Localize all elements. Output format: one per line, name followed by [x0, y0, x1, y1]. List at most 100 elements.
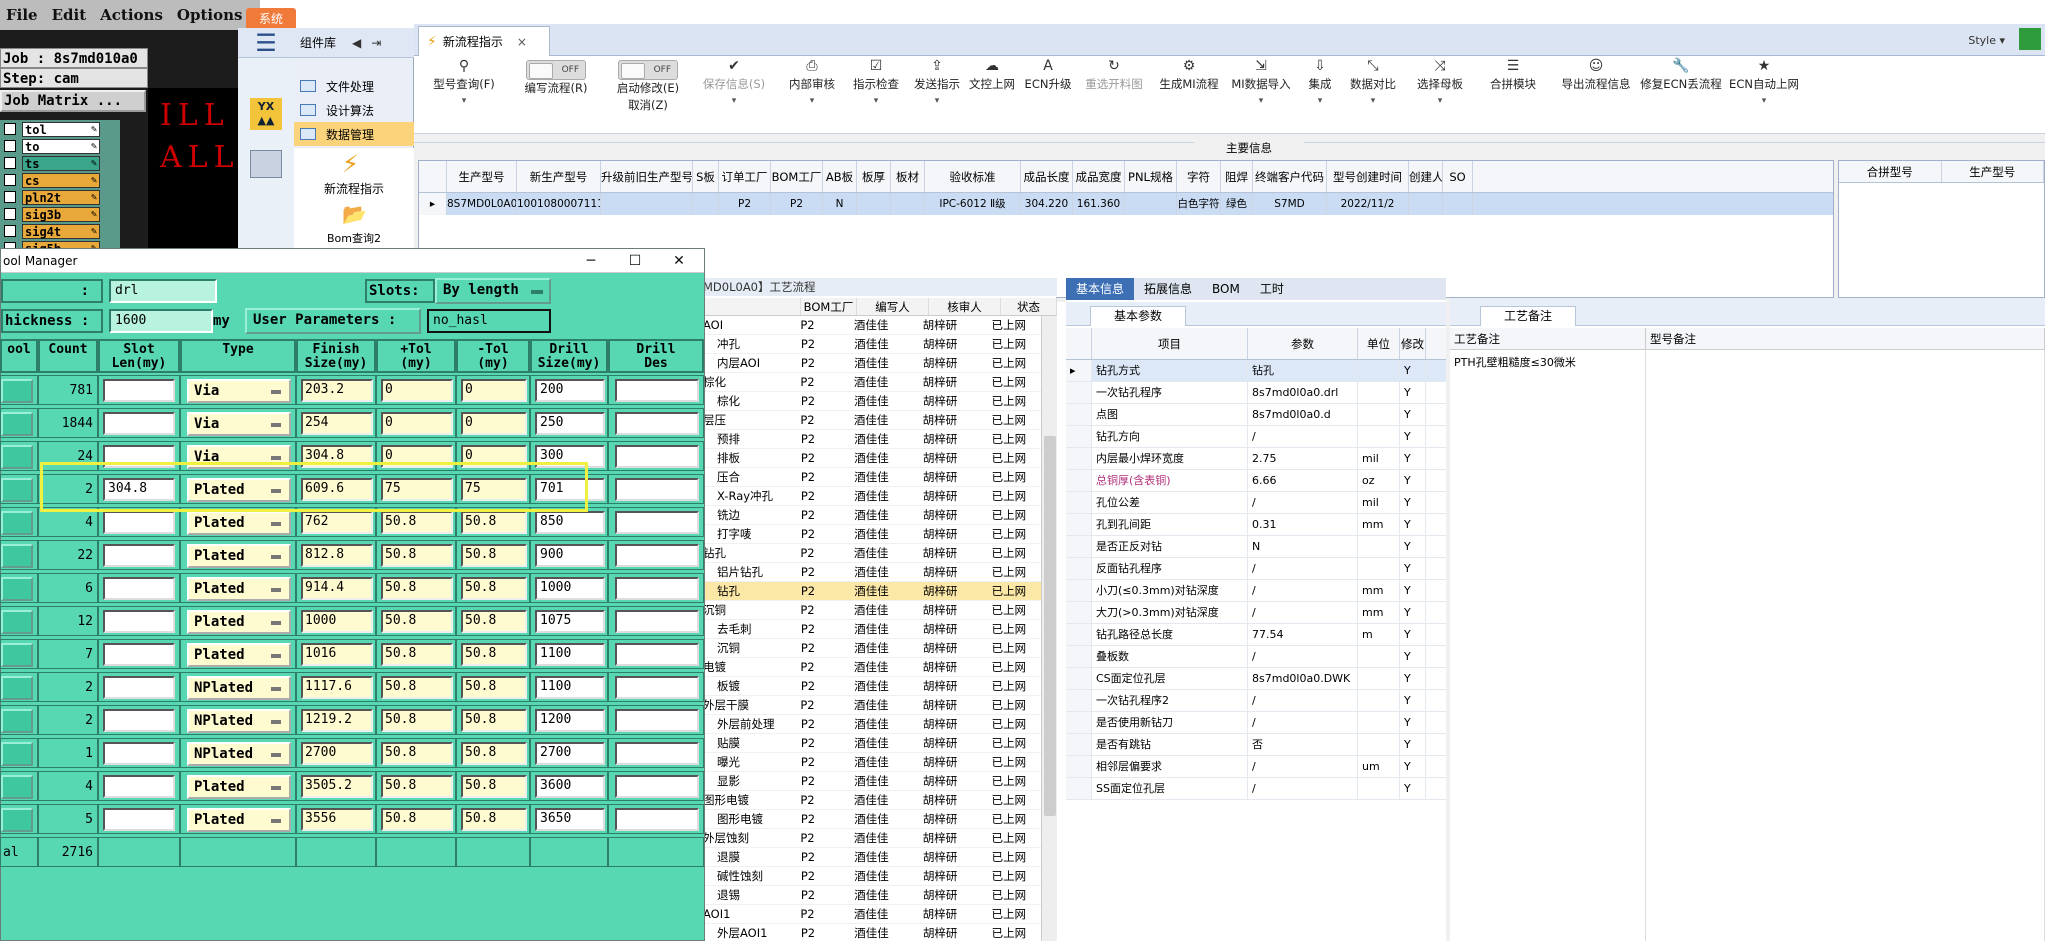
- type-option-menu[interactable]: Plated: [187, 610, 291, 634]
- table-row[interactable]: 内层最小焊环宽度 2.75 mil Y: [1066, 448, 1446, 470]
- layer-row[interactable]: tol: [0, 121, 120, 137]
- tool-select-button[interactable]: [1, 445, 33, 469]
- param-cell[interactable]: /: [1248, 778, 1358, 799]
- grid-header-cell[interactable]: 板厚: [857, 161, 891, 192]
- param-cell[interactable]: um: [1358, 756, 1400, 777]
- grid-cell[interactable]: S7MD: [1253, 193, 1327, 215]
- param-cell[interactable]: Y: [1400, 624, 1426, 645]
- ribbon-button[interactable]: OFF 启动修改(E) 取消(Z): [606, 58, 690, 132]
- param-cell[interactable]: 叠板数: [1092, 646, 1248, 667]
- layer-checkbox[interactable]: [4, 157, 16, 169]
- component-item-file-processing[interactable]: 文件处理: [294, 74, 414, 98]
- grid-header-cell[interactable]: 创建人: [1409, 161, 1443, 192]
- param-cell[interactable]: 反面钻孔程序: [1092, 558, 1248, 579]
- ribbon-button[interactable]: ⤡ 数据对比 ▾: [1344, 58, 1402, 132]
- grid-header-cell[interactable]: 成品宽度: [1073, 161, 1125, 192]
- param-cell[interactable]: 总铜厚(含表铜): [1092, 470, 1248, 491]
- drill-size-field[interactable]: 701: [535, 478, 605, 501]
- user-parameters-button[interactable]: User Parameters :: [245, 308, 421, 334]
- table-row[interactable]: 是否正反对钻 N Y: [1066, 536, 1446, 558]
- scroll-thumb[interactable]: [1044, 436, 1056, 816]
- param-cell[interactable]: 钻孔路径总长度: [1092, 624, 1248, 645]
- process-header-cell[interactable]: 核审人: [929, 298, 1001, 315]
- grid-header-cell[interactable]: 验收标准: [925, 161, 1021, 192]
- finish-size-field[interactable]: 1016: [301, 643, 373, 666]
- type-option-menu[interactable]: NPlated: [187, 742, 291, 766]
- close-icon[interactable]: ✕: [657, 249, 701, 273]
- ribbon-button[interactable]: ✔ 保存信息(S) ▾: [694, 58, 774, 132]
- param-cell[interactable]: 钻孔方式: [1092, 360, 1248, 381]
- type-option-menu[interactable]: Plated: [187, 775, 291, 799]
- param-cell[interactable]: 8s7md0l0a0.drl: [1248, 382, 1358, 403]
- finish-size-field[interactable]: 1117.6: [301, 676, 373, 699]
- list-item[interactable]: 冲孔 P2 酒佳佳 胡梓研 已上网: [701, 335, 1041, 354]
- param-cell[interactable]: 相邻层偏要求: [1092, 756, 1248, 777]
- ribbon-button[interactable]: ⚲ 型号查询(F) ▾: [422, 58, 506, 132]
- type-option-menu[interactable]: Via: [187, 445, 291, 469]
- tool-select-button[interactable]: [1, 643, 33, 667]
- drill-des-field[interactable]: [615, 544, 699, 567]
- grid-cell[interactable]: [601, 193, 693, 215]
- param-cell[interactable]: mm: [1358, 514, 1400, 535]
- type-option-menu[interactable]: Plated: [187, 577, 291, 601]
- param-cell[interactable]: [1358, 382, 1400, 403]
- param-cell[interactable]: 8s7md0l0a0.DWK: [1248, 668, 1358, 689]
- param-cell[interactable]: Y: [1400, 470, 1426, 491]
- menu-options[interactable]: Options: [177, 6, 243, 24]
- plus-tol-field[interactable]: 50.8: [381, 676, 453, 699]
- chevron-down-icon[interactable]: ▾: [1410, 93, 1470, 110]
- minus-tol-field[interactable]: 50.8: [461, 643, 527, 666]
- param-cell[interactable]: Y: [1400, 778, 1426, 799]
- tab-extended-info[interactable]: 拓展信息: [1134, 278, 1202, 300]
- ribbon-button[interactable]: ⇪ 发送指示 ▾: [908, 58, 966, 132]
- table-row[interactable]: 相邻层偏要求 / um Y: [1066, 756, 1446, 778]
- menu-actions[interactable]: Actions: [100, 6, 163, 24]
- drill-size-field[interactable]: 250: [535, 412, 605, 435]
- grid-header-cell[interactable]: 字符: [1177, 161, 1221, 192]
- drill-size-field[interactable]: 1075: [535, 610, 605, 633]
- list-item[interactable]: AOI1 P2 酒佳佳 胡梓研 已上网: [701, 905, 1041, 924]
- chevron-down-icon[interactable]: ▾: [1344, 93, 1402, 110]
- chevron-down-icon[interactable]: ▾: [422, 93, 506, 110]
- tab-bom[interactable]: BOM: [1202, 278, 1250, 300]
- grid-cell[interactable]: 2022/11/2: [1327, 193, 1409, 215]
- finish-size-field[interactable]: 812.8: [301, 544, 373, 567]
- drill-size-field[interactable]: 1200: [535, 709, 605, 732]
- slot-length-field[interactable]: [103, 544, 175, 567]
- param-cell[interactable]: 钻孔: [1248, 360, 1358, 381]
- grid-header-cell[interactable]: BOM工厂: [771, 161, 823, 192]
- param-cell[interactable]: mm: [1358, 602, 1400, 623]
- tool-select-button[interactable]: [1, 709, 33, 733]
- table-row[interactable]: 是否有跳钻否 Y: [1066, 734, 1446, 756]
- grid-cell[interactable]: [693, 193, 719, 215]
- layer-checkbox[interactable]: [4, 225, 16, 237]
- param-cell[interactable]: /: [1248, 426, 1358, 447]
- param-cell[interactable]: 是否使用新钻刀: [1092, 712, 1248, 733]
- param-cell[interactable]: [1358, 668, 1400, 689]
- param-cell[interactable]: 内层最小焊环宽度: [1092, 448, 1248, 469]
- maximize-icon[interactable]: ☐: [613, 249, 657, 273]
- list-item[interactable]: 碱性蚀刻 P2 酒佳佳 胡梓研 已上网: [701, 867, 1041, 886]
- system-tab[interactable]: 系统: [246, 8, 296, 30]
- type-option-menu[interactable]: Plated: [187, 643, 291, 667]
- list-item[interactable]: 打字唛 P2 酒佳佳 胡梓研 已上网: [701, 525, 1041, 544]
- tab-basic-info[interactable]: 基本信息: [1066, 278, 1135, 300]
- slots-option-menu[interactable]: By length: [435, 278, 551, 304]
- list-item[interactable]: 退锡 P2 酒佳佳 胡梓研 已上网: [701, 886, 1041, 905]
- tool-select-button[interactable]: [1, 478, 33, 502]
- param-cell[interactable]: oz: [1358, 470, 1400, 491]
- param-cell[interactable]: [1358, 734, 1400, 755]
- component-item-data-management[interactable]: 数据管理: [294, 122, 414, 146]
- drill-size-field[interactable]: 3600: [535, 775, 605, 798]
- param-cell[interactable]: 是否正反对钻: [1092, 536, 1248, 557]
- layer-checkbox[interactable]: [4, 140, 16, 152]
- list-item[interactable]: 图形电镀 P2 酒佳佳 胡梓研 已上网: [701, 810, 1041, 829]
- param-cell[interactable]: 6.66: [1248, 470, 1358, 491]
- slot-length-field[interactable]: [103, 775, 175, 798]
- slot-length-field[interactable]: [103, 445, 175, 468]
- grid-header-cell[interactable]: 订单工厂: [719, 161, 771, 192]
- menu-file[interactable]: File: [6, 6, 38, 24]
- tab-work-hours[interactable]: 工时: [1250, 278, 1294, 300]
- list-item[interactable]: 板镀 P2 酒佳佳 胡梓研 已上网: [701, 677, 1041, 696]
- plus-tol-field[interactable]: 50.8: [381, 775, 453, 798]
